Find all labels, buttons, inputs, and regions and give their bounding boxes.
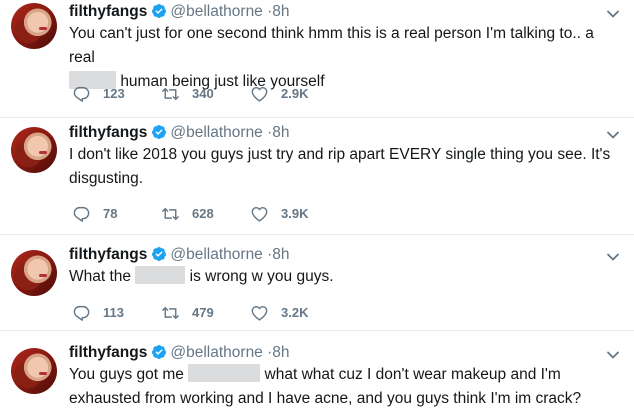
avatar[interactable] xyxy=(11,127,57,173)
tweet-text-part: You guys got me xyxy=(69,366,184,383)
verified-badge-icon xyxy=(151,3,167,19)
heart-icon xyxy=(250,205,269,223)
tweet-header: filthyfangs @bellathorne ·8h xyxy=(69,123,290,143)
reply-icon xyxy=(72,304,91,322)
tweet-header: filthyfangs @bellathorne ·8h xyxy=(69,245,290,265)
retweet-count: 479 xyxy=(192,305,214,320)
display-name[interactable]: filthyfangs xyxy=(69,3,147,20)
tweet-text: You guys got me what what cuz I don't we… xyxy=(69,363,614,411)
tweet-text-part: I don't like 2018 you guys just try and … xyxy=(69,146,611,187)
display-name[interactable]: filthyfangs xyxy=(69,124,147,141)
chevron-down-icon[interactable] xyxy=(606,9,620,19)
chevron-down-icon[interactable] xyxy=(606,350,620,360)
display-name[interactable]: filthyfangs xyxy=(69,246,147,263)
timestamp-separator: · xyxy=(262,246,273,263)
tweet-header: filthyfangs @bellathorne ·8h xyxy=(69,2,290,22)
avatar[interactable] xyxy=(11,348,57,394)
retweet-icon xyxy=(161,304,180,322)
timestamp[interactable]: 8h xyxy=(272,246,289,263)
tweet-text-part: You can't just for one second think hmm … xyxy=(69,25,594,66)
chevron-down-icon[interactable] xyxy=(606,130,620,140)
tweet-item[interactable]: filthyfangs @bellathorne ·8h You can't ju… xyxy=(0,0,634,118)
like-count: 2.9K xyxy=(281,86,309,101)
tweet-feed: filthyfangs @bellathorne ·8h You can't ju… xyxy=(0,0,634,411)
reply-count: 78 xyxy=(103,206,118,221)
timestamp-separator: · xyxy=(262,3,273,20)
tweet-text: I don't like 2018 you guys just try and … xyxy=(69,143,614,191)
verified-badge-icon xyxy=(151,344,167,360)
tweet-text-part: is wrong w you guys. xyxy=(189,268,334,285)
tweet-text: What the is wrong w you guys. xyxy=(69,265,614,289)
avatar[interactable] xyxy=(11,250,57,296)
redaction-block xyxy=(188,364,261,382)
verified-badge-icon xyxy=(151,124,167,140)
timestamp[interactable]: 8h xyxy=(272,124,289,141)
retweet-count: 340 xyxy=(192,86,214,101)
tweet-item[interactable]: filthyfangs @bellathorne ·8h I don't like… xyxy=(0,118,634,235)
timestamp-separator: · xyxy=(262,344,273,361)
tweet-header: filthyfangs @bellathorne ·8h xyxy=(69,343,290,363)
retweet-icon xyxy=(161,205,180,223)
heart-icon xyxy=(250,304,269,322)
timestamp[interactable]: 8h xyxy=(272,3,289,20)
avatar[interactable] xyxy=(11,3,57,49)
retweet-count: 628 xyxy=(192,206,214,221)
retweet-icon xyxy=(161,85,180,103)
user-handle[interactable]: @bellathorne xyxy=(170,246,262,263)
user-handle[interactable]: @bellathorne xyxy=(170,3,262,20)
timestamp-separator: · xyxy=(262,124,273,141)
user-handle[interactable]: @bellathorne xyxy=(170,344,262,361)
reply-icon xyxy=(72,85,91,103)
reply-count: 123 xyxy=(103,86,125,101)
tweet-item[interactable]: filthyfangs @bellathorne ·8h What the is … xyxy=(0,235,634,331)
display-name[interactable]: filthyfangs xyxy=(69,344,147,361)
tweet-item[interactable]: filthyfangs @bellathorne ·8h You guys got… xyxy=(0,331,634,411)
like-count: 3.2K xyxy=(281,305,309,320)
tweet-text-part: What the xyxy=(69,268,132,285)
tweet-text: You can't just for one second think hmm … xyxy=(69,22,614,94)
timestamp[interactable]: 8h xyxy=(272,344,289,361)
reply-count: 113 xyxy=(103,305,124,320)
redaction-block xyxy=(135,266,186,284)
chevron-down-icon[interactable] xyxy=(606,252,620,262)
reply-icon xyxy=(72,205,91,223)
heart-icon xyxy=(250,85,269,103)
user-handle[interactable]: @bellathorne xyxy=(170,124,262,141)
verified-badge-icon xyxy=(151,246,167,262)
like-count: 3.9K xyxy=(281,206,309,221)
